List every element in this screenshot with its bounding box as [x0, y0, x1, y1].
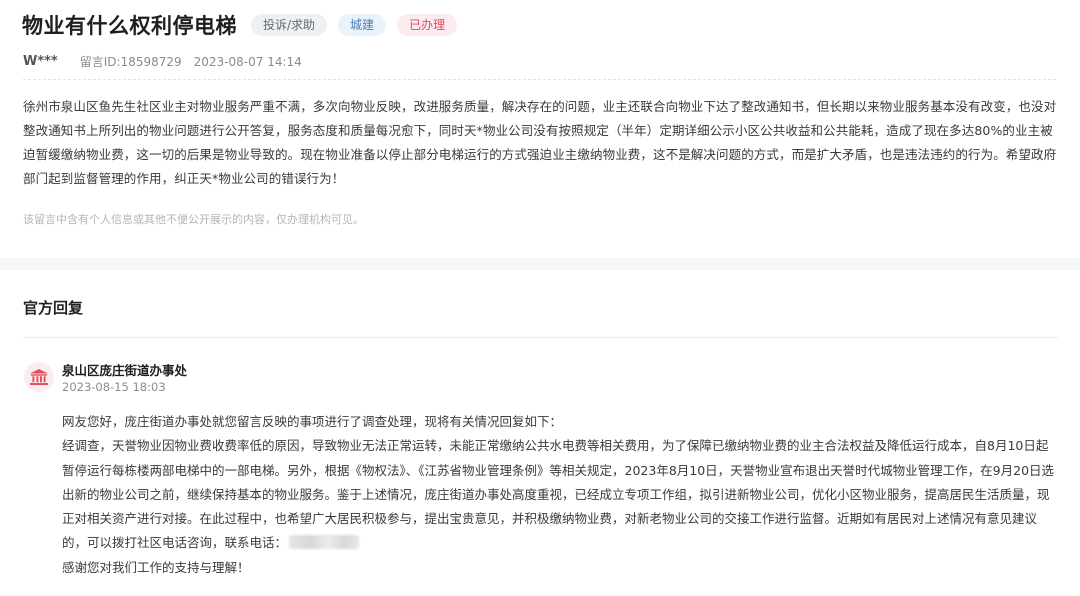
- tag-field-badge[interactable]: 城建: [338, 14, 387, 36]
- message-card: 物业有什么权利停电梯 投诉/求助 城建 已办理 W*** 留言ID:185987…: [0, 0, 1080, 258]
- message-id: 留言ID:18598729: [79, 55, 182, 69]
- reply-datetime: 2023-08-15 18:03: [62, 380, 166, 394]
- reply-paragraph: 经调查，天誉物业因物业费收费率低的原因，导致物业无法正常运转，未能正常缴纳公共水…: [62, 434, 1058, 555]
- title-row: 物业有什么权利停电梯 投诉/求助 城建 已办理: [22, 10, 458, 40]
- reply-main-text: 经调查，天誉物业因物业费收费率低的原因，导致物业无法正常运转，未能正常缴纳公共水…: [62, 438, 1055, 551]
- government-building-icon: [30, 369, 48, 385]
- reply-org-name: 泉山区庞庄街道办事处: [62, 363, 188, 378]
- redacted-phone-number: [289, 535, 360, 550]
- avatar: [24, 362, 54, 392]
- tag-type-badge[interactable]: 投诉/求助: [251, 14, 328, 36]
- author-name: W***: [23, 54, 58, 69]
- message-body: 徐州市泉山区鱼先生社区业主对物业服务严重不满，多次向物业反映，改进服务质量，解决…: [23, 95, 1058, 191]
- meta-divider: [23, 79, 1056, 80]
- message-datetime: 2023-08-07 14:14: [193, 54, 302, 69]
- reply-divider: [23, 337, 1058, 338]
- reply-section-title: 官方回复: [23, 299, 84, 317]
- section-gap: [0, 258, 1080, 270]
- reply-closing: 感谢您对我们工作的支持与理解！: [62, 559, 250, 575]
- reply-body: 网友您好，庞庄街道办事处就您留言反映的事项进行了调查处理，现将有关情况回复如下：…: [62, 410, 1058, 580]
- reply-greeting: 网友您好，庞庄街道办事处就您留言反映的事项进行了调查处理，现将有关情况回复如下：: [62, 414, 563, 429]
- privacy-note: 该留言中含有个人信息或其他不便公开展示的内容，仅办理机构可见。: [23, 213, 364, 226]
- page-title: 物业有什么权利停电梯: [22, 14, 237, 38]
- message-body-text: 徐州市泉山区鱼先生社区业主对物业服务严重不满，多次向物业反映，改进服务质量，解决…: [23, 99, 1057, 186]
- status-badge: 已办理: [397, 14, 458, 36]
- message-meta: W*** 留言ID:18598729 2023-08-07 14:14: [23, 53, 302, 70]
